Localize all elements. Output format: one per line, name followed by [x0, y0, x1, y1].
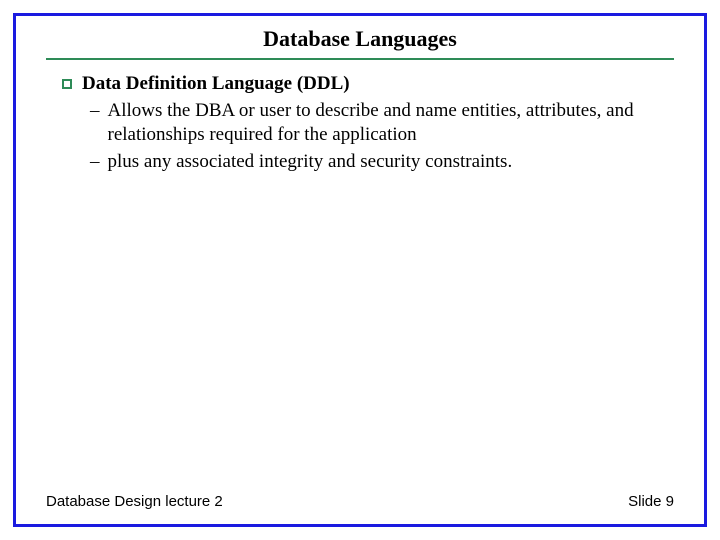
slide-frame: Database Languages Data Definition Langu…: [13, 13, 707, 527]
sub-bullet-text: Allows the DBA or user to describe and n…: [108, 99, 675, 148]
dash-icon: –: [90, 99, 100, 124]
footer-left: Database Design lecture 2: [46, 493, 223, 510]
dash-icon: –: [90, 150, 100, 175]
slide-title: Database Languages: [16, 26, 704, 52]
sub-bullet-item: – Allows the DBA or user to describe and…: [90, 99, 674, 148]
square-bullet-icon: [62, 79, 72, 89]
content-area: Data Definition Language (DDL) – Allows …: [16, 60, 704, 175]
title-area: Database Languages: [16, 16, 704, 56]
sub-bullet-item: – plus any associated integrity and secu…: [90, 150, 674, 175]
footer: Database Design lecture 2 Slide 9: [46, 493, 674, 510]
bullet-item: Data Definition Language (DDL): [62, 72, 674, 97]
bullet-label: Data Definition Language (DDL): [82, 72, 350, 97]
sub-bullet-list: – Allows the DBA or user to describe and…: [62, 99, 674, 175]
footer-right: Slide 9: [628, 493, 674, 510]
sub-bullet-text: plus any associated integrity and securi…: [108, 150, 513, 175]
